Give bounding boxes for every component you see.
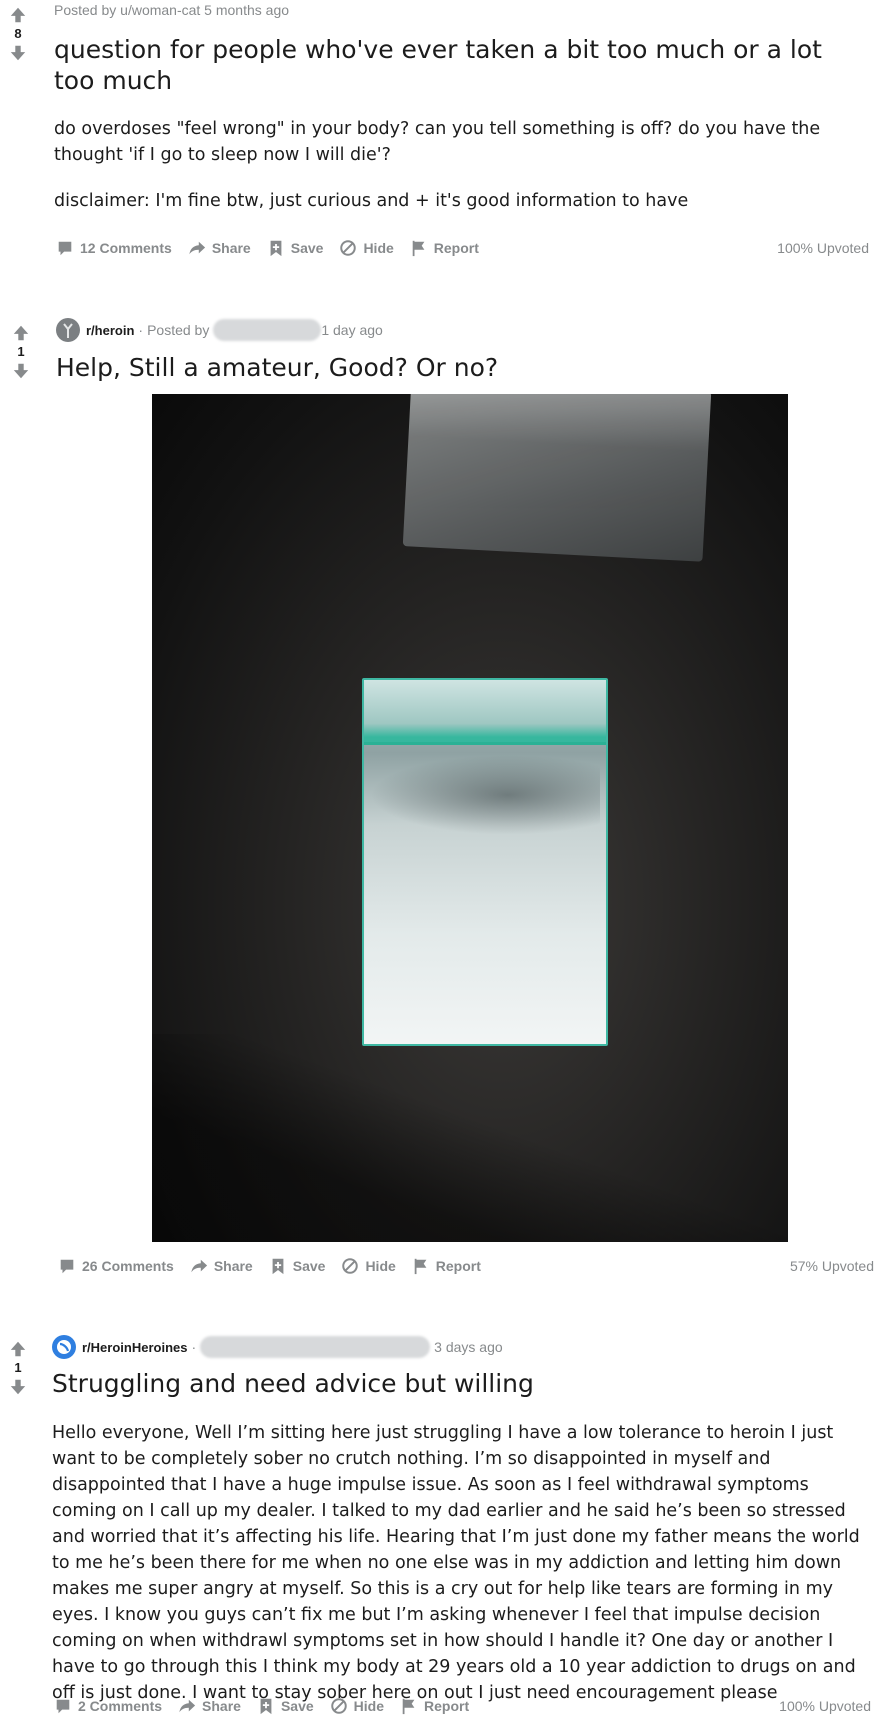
report-button[interactable]: Report bbox=[412, 1257, 481, 1275]
save-button[interactable]: Save bbox=[267, 239, 324, 257]
comments-button[interactable]: 2 Comments bbox=[54, 1697, 162, 1715]
vote-column: 8 bbox=[0, 6, 36, 62]
subreddit-icon[interactable] bbox=[56, 318, 80, 342]
upvote-icon[interactable] bbox=[9, 1340, 27, 1358]
post-body: do overdoses "feel wrong" in your body? … bbox=[54, 116, 874, 214]
redacted-username bbox=[200, 1336, 431, 1358]
comment-icon bbox=[54, 1697, 72, 1715]
post-actions: 2 Comments Share Save Hide Report bbox=[54, 1697, 485, 1715]
post-time: 1 day ago bbox=[321, 322, 383, 338]
comment-icon bbox=[56, 239, 74, 257]
share-icon bbox=[188, 239, 206, 257]
image-bag-zip bbox=[364, 680, 606, 745]
posted-by[interactable]: Posted by u/woman-cat 5 months ago bbox=[54, 2, 289, 18]
share-label: Share bbox=[213, 1258, 253, 1274]
share-button[interactable]: Share bbox=[178, 1697, 241, 1715]
share-icon bbox=[190, 1257, 208, 1275]
report-label: Report bbox=[435, 1258, 481, 1274]
image-table-edge bbox=[152, 1034, 788, 1242]
report-label: Report bbox=[433, 240, 479, 256]
share-label: Share bbox=[202, 1698, 241, 1714]
post-paragraph: disclaimer: I'm fine btw, just curious a… bbox=[54, 191, 689, 211]
image-bag-shadow bbox=[370, 755, 600, 835]
comment-icon bbox=[58, 1257, 76, 1275]
comments-label: 12 Comments bbox=[80, 240, 172, 256]
post-title[interactable]: Struggling and need advice but willing bbox=[52, 1368, 852, 1399]
report-button[interactable]: Report bbox=[410, 239, 479, 257]
post-title[interactable]: question for people who've ever taken a … bbox=[54, 34, 854, 96]
report-label: Report bbox=[424, 1698, 470, 1714]
post-actions: 12 Comments Share Save Hide Report bbox=[56, 239, 495, 257]
comments-label: 26 Comments bbox=[82, 1258, 174, 1274]
post-meta: r/heroin · Posted by 1 day ago bbox=[56, 318, 383, 342]
hide-icon bbox=[339, 239, 357, 257]
hide-label: Hide bbox=[365, 1258, 396, 1274]
comments-button[interactable]: 26 Comments bbox=[58, 1257, 174, 1275]
upvote-ratio: 100% Upvoted bbox=[779, 1698, 871, 1714]
upvote-ratio: 57% Upvoted bbox=[789, 1258, 874, 1274]
separator-dot: · bbox=[138, 322, 144, 338]
hide-button[interactable]: Hide bbox=[339, 239, 394, 257]
save-icon bbox=[257, 1697, 275, 1715]
subreddit-icon[interactable] bbox=[52, 1335, 76, 1359]
report-icon bbox=[410, 239, 428, 257]
hide-button[interactable]: Hide bbox=[330, 1697, 384, 1715]
upvote-icon[interactable] bbox=[12, 324, 30, 342]
vote-score: 1 bbox=[14, 1360, 22, 1375]
hide-button[interactable]: Hide bbox=[341, 1257, 396, 1275]
vote-score: 1 bbox=[17, 344, 25, 359]
separator-dot: · bbox=[191, 1339, 197, 1355]
post-image[interactable] bbox=[152, 394, 788, 1242]
share-icon bbox=[178, 1697, 196, 1715]
vote-score: 8 bbox=[14, 26, 22, 41]
subreddit-logo-icon bbox=[63, 323, 73, 338]
save-label: Save bbox=[280, 1698, 314, 1714]
hide-label: Hide bbox=[353, 1698, 384, 1714]
downvote-icon[interactable] bbox=[12, 362, 30, 380]
report-icon bbox=[400, 1697, 418, 1715]
post-paragraph: do overdoses "feel wrong" in your body? … bbox=[54, 119, 821, 165]
subreddit-logo-icon bbox=[57, 1340, 71, 1354]
redacted-username bbox=[213, 319, 322, 341]
image-bag-top bbox=[402, 394, 712, 562]
save-label: Save bbox=[292, 1258, 326, 1274]
downvote-icon[interactable] bbox=[9, 44, 27, 62]
posted-by-prefix: Posted by bbox=[147, 322, 210, 338]
save-button[interactable]: Save bbox=[257, 1697, 314, 1715]
share-label: Share bbox=[211, 240, 251, 256]
share-button[interactable]: Share bbox=[190, 1257, 253, 1275]
comments-button[interactable]: 12 Comments bbox=[56, 239, 172, 257]
subreddit-name[interactable]: r/heroin bbox=[86, 323, 134, 338]
image-bag-main bbox=[362, 678, 608, 1046]
post-paragraph: Hello everyone, Well I’m sitting here ju… bbox=[52, 1423, 860, 1703]
post-meta: Posted by u/woman-cat 5 months ago bbox=[54, 2, 289, 18]
post-time: 3 days ago bbox=[434, 1339, 503, 1355]
hide-icon bbox=[341, 1257, 359, 1275]
downvote-icon[interactable] bbox=[9, 1378, 27, 1396]
save-icon bbox=[267, 239, 285, 257]
upvote-ratio: 100% Upvoted bbox=[777, 240, 869, 256]
report-icon bbox=[412, 1257, 430, 1275]
hide-icon bbox=[330, 1697, 348, 1715]
post-title[interactable]: Help, Still a amateur, Good? Or no? bbox=[56, 352, 856, 383]
post-body: Hello everyone, Well I’m sitting here ju… bbox=[52, 1420, 877, 1706]
save-icon bbox=[269, 1257, 287, 1275]
report-button[interactable]: Report bbox=[400, 1697, 469, 1715]
hide-label: Hide bbox=[363, 240, 394, 256]
save-button[interactable]: Save bbox=[269, 1257, 326, 1275]
subreddit-name[interactable]: r/HeroinHeroines bbox=[82, 1340, 187, 1355]
post-actions: 26 Comments Share Save Hide Report bbox=[58, 1257, 497, 1275]
upvote-icon[interactable] bbox=[9, 6, 27, 24]
vote-column: 1 bbox=[0, 1340, 36, 1396]
vote-column: 1 bbox=[3, 324, 39, 380]
comments-label: 2 Comments bbox=[78, 1698, 163, 1714]
post-meta: r/HeroinHeroines · 3 days ago bbox=[52, 1335, 503, 1359]
share-button[interactable]: Share bbox=[188, 239, 251, 257]
save-label: Save bbox=[290, 240, 324, 256]
